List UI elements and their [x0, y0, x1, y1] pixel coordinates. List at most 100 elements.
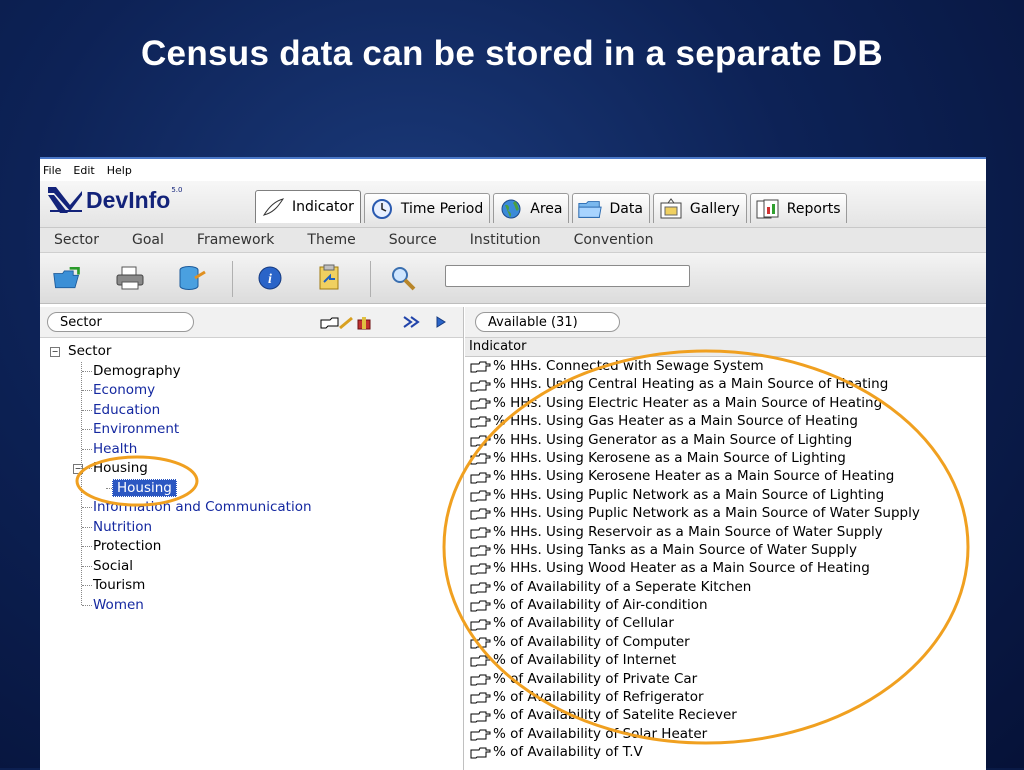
globe-icon: [498, 198, 524, 220]
devinfo-logo-icon: [48, 187, 82, 213]
indicator-label: % HHs. Using Wood Heater as a Main Sourc…: [493, 560, 870, 577]
indicator-row[interactable]: % HHs. Using Generator as a Main Source …: [465, 431, 986, 449]
pointing-hand-icon: [470, 562, 491, 575]
pointing-hand-icon: [470, 746, 491, 759]
pointing-hand-icon: [470, 581, 491, 594]
indicator-label: % of Availability of Air-condition: [493, 597, 708, 614]
indicator-label: % HHs. Using Central Heating as a Main S…: [493, 376, 889, 393]
menu-item-help[interactable]: Help: [107, 164, 132, 177]
category-goal[interactable]: Goal: [132, 232, 164, 248]
indicator-row[interactable]: % HHs. Using Tanks as a Main Source of W…: [465, 541, 986, 559]
indicator-label: % of Availability of Solar Heater: [493, 725, 708, 742]
tree-item-tourism[interactable]: Tourism: [93, 576, 145, 595]
pointing-hand-icon: [470, 599, 491, 612]
devinfo-window: File Edit Help DevInfo 5.0 Indicator Time P…: [40, 157, 986, 770]
expand-all-icon[interactable]: [402, 315, 422, 329]
indicator-label: % of Availability of a Seperate Kitchen: [493, 578, 752, 595]
tab-reports[interactable]: Reports: [749, 193, 848, 223]
indicator-row[interactable]: % of Availability of Computer: [465, 633, 986, 651]
indicator-row[interactable]: % HHs. Using Kerosene as a Main Source o…: [465, 449, 986, 467]
print-icon[interactable]: [115, 264, 145, 292]
available-count[interactable]: Available (31): [475, 312, 620, 332]
indicator-label: % of Availability of Internet: [493, 652, 677, 669]
tab-label: Area: [530, 200, 563, 217]
tree-item-demography[interactable]: Demography: [93, 362, 181, 381]
indicator-row[interactable]: % HHs. Connected with Sewage System: [465, 357, 986, 375]
tree-item-housing[interactable]: Housing: [93, 459, 148, 478]
tab-time-period[interactable]: Time Period: [363, 193, 491, 223]
tab-area[interactable]: Area: [493, 193, 570, 223]
menu-item-edit[interactable]: Edit: [73, 164, 94, 177]
pointing-hand-icon: [470, 710, 491, 723]
hand-pencil-gift-icons[interactable]: [320, 315, 375, 331]
play-icon[interactable]: [435, 315, 447, 329]
pointing-hand-icon: [470, 507, 491, 520]
tab-gallery[interactable]: Gallery: [652, 193, 747, 223]
indicator-row[interactable]: % HHs. Using Puplic Network as a Main So…: [465, 504, 986, 522]
clock-icon: [369, 198, 395, 220]
category-sector[interactable]: Sector: [54, 232, 99, 248]
category-framework[interactable]: Framework: [197, 232, 275, 248]
tree-item-health[interactable]: Health: [93, 440, 137, 459]
indicator-row[interactable]: % HHs. Using Gas Heater as a Main Source…: [465, 412, 986, 430]
indicator-row[interactable]: % of Availability of Solar Heater: [465, 725, 986, 743]
indicator-row[interactable]: % of Availability of a Seperate Kitchen: [465, 578, 986, 596]
indicator-label: % of Availability of Satelite Reciever: [493, 707, 737, 724]
svg-text:i: i: [268, 272, 272, 287]
category-institution[interactable]: Institution: [470, 232, 541, 248]
indicator-label: % of Availability of T.V: [493, 744, 643, 761]
indicator-column-header[interactable]: Indicator: [465, 338, 986, 357]
tree-connector: [82, 526, 92, 528]
indicator-row[interactable]: % HHs. Using Electric Heater as a Main S…: [465, 394, 986, 412]
indicator-row[interactable]: % HHs. Using Wood Heater as a Main Sourc…: [465, 559, 986, 577]
tab-indicator[interactable]: Indicator: [255, 190, 361, 223]
pointing-hand-icon: [470, 489, 491, 502]
database-export-icon[interactable]: [177, 264, 207, 292]
indicator-panel-header: Available (31): [465, 307, 986, 338]
tab-label: Gallery: [689, 200, 740, 217]
indicator-label: % HHs. Using Reservoir as a Main Source …: [493, 523, 883, 540]
category-theme[interactable]: Theme: [307, 232, 355, 248]
tree-subitem-housing[interactable]: Housing: [112, 478, 177, 498]
indicator-row[interactable]: % of Availability of Private Car: [465, 670, 986, 688]
indicator-label: % of Availability of Cellular: [493, 615, 674, 632]
category-convention[interactable]: Convention: [574, 232, 654, 248]
indicator-row[interactable]: % HHs. Using Central Heating as a Main S…: [465, 375, 986, 393]
indicator-row[interactable]: % of Availability of Cellular: [465, 614, 986, 632]
category-bar: Sector Goal Framework Theme Source Institutio…: [40, 228, 986, 253]
indicator-row[interactable]: % of Availability of Air-condition: [465, 596, 986, 614]
indicator-row[interactable]: % of Availability of Internet: [465, 651, 986, 669]
indicator-row[interactable]: % HHs. Using Puplic Network as a Main So…: [465, 486, 986, 504]
indicator-row[interactable]: % of Availability of T.V: [465, 743, 986, 761]
search-input[interactable]: [445, 265, 690, 287]
tree-item-information-and-communication[interactable]: Information and Communication: [93, 498, 312, 517]
indicator-row[interactable]: % of Availability of Refrigerator: [465, 688, 986, 706]
tree-item-environment[interactable]: Environment: [93, 420, 179, 439]
indicator-row[interactable]: % of Availability of Satelite Reciever: [465, 706, 986, 724]
pointing-hand-icon: [470, 673, 491, 686]
menu-item-file[interactable]: File: [43, 164, 61, 177]
indicator-row[interactable]: % HHs. Using Kerosene Heater as a Main S…: [465, 467, 986, 485]
category-source[interactable]: Source: [389, 232, 437, 248]
tree-root-sector[interactable]: Sector: [68, 342, 111, 361]
clipboard-icon[interactable]: [314, 264, 344, 292]
indicator-row[interactable]: % HHs. Using Reservoir as a Main Source …: [465, 523, 986, 541]
tree-connector: [82, 468, 92, 469]
open-folder-icon[interactable]: [52, 264, 82, 292]
tree-item-protection[interactable]: Protection: [93, 537, 161, 556]
tree-item-social[interactable]: Social: [93, 557, 133, 576]
sector-selector[interactable]: Sector: [47, 312, 194, 332]
tree-item-economy[interactable]: Economy: [93, 381, 155, 400]
tree-connector: [82, 390, 92, 391]
tree-item-women[interactable]: Women: [93, 596, 144, 615]
collapse-sector-icon[interactable]: −: [50, 347, 60, 357]
tree-item-nutrition[interactable]: Nutrition: [93, 518, 152, 537]
toolbar-separator: [232, 261, 233, 297]
menu-bar: File Edit Help: [40, 159, 986, 181]
tab-data[interactable]: Data: [572, 193, 650, 223]
sector-panel: Sector − Sector Demography Economy Education…: [40, 307, 464, 770]
tree-item-education[interactable]: Education: [93, 401, 160, 420]
search-icon[interactable]: [388, 264, 418, 292]
info-icon[interactable]: i: [255, 264, 285, 292]
tree-connector: [82, 370, 92, 372]
